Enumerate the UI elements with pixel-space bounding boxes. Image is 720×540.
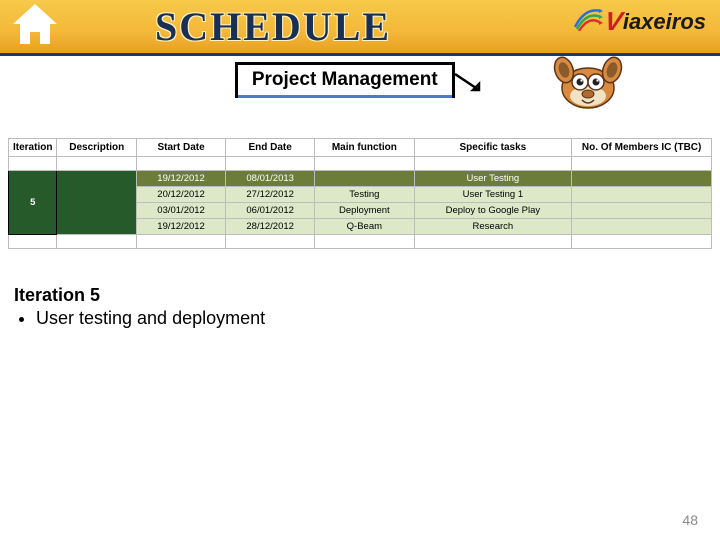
col-start-date: Start Date [137, 139, 226, 157]
cell-mem [572, 219, 712, 235]
page-number: 48 [682, 512, 698, 528]
table-row [9, 157, 712, 171]
col-main-func: Main function [315, 139, 414, 157]
cell-mem [572, 171, 712, 187]
cell-start: 03/01/2012 [137, 203, 226, 219]
swoosh-icon [573, 5, 603, 31]
list-item: User testing and deployment [36, 308, 720, 329]
col-members: No. Of Members IC (TBC) [572, 139, 712, 157]
cell-mem [572, 203, 712, 219]
iteration-cell: 5 [9, 171, 57, 235]
cell-main [315, 171, 414, 187]
cell-task: Deploy to Google Play [414, 203, 572, 219]
cell-task: Research [414, 219, 572, 235]
schedule-table-wrap: Iteration Description Start Date End Dat… [0, 138, 720, 249]
brand-v-letter: V [603, 6, 625, 37]
cell-start: 19/12/2012 [137, 171, 226, 187]
notes-title: Iteration 5 [14, 285, 720, 306]
cell-mem [572, 187, 712, 203]
page-title: SCHEDULE [155, 3, 391, 50]
table-row: 5 19/12/2012 08/01/2013 User Testing [9, 171, 712, 187]
schedule-table: Iteration Description Start Date End Dat… [8, 138, 712, 249]
cell-start: 20/12/2012 [137, 187, 226, 203]
cell-main: Deployment [315, 203, 414, 219]
brand-logo: Viaxeiros [573, 6, 706, 37]
arrow-icon [455, 66, 485, 96]
cell-main: Testing [315, 187, 414, 203]
col-description: Description [57, 139, 137, 157]
cell-main: Q-Beam [315, 219, 414, 235]
cell-task: User Testing [414, 171, 572, 187]
table-row [9, 235, 712, 249]
cell-start: 19/12/2012 [137, 219, 226, 235]
col-end-date: End Date [226, 139, 315, 157]
cell-end: 28/12/2012 [226, 219, 315, 235]
col-spec-tasks: Specific tasks [414, 139, 572, 157]
table-header-row: Iteration Description Start Date End Dat… [9, 139, 712, 157]
notes-section: Iteration 5 User testing and deployment [14, 285, 720, 329]
col-iteration: Iteration [9, 139, 57, 157]
mascot-icon [550, 48, 625, 113]
cell-end: 06/01/2012 [226, 203, 315, 219]
description-cell [57, 171, 137, 235]
notes-list: User testing and deployment [36, 308, 720, 329]
home-icon[interactable] [10, 2, 60, 48]
subtitle-box: Project Management [235, 62, 455, 98]
cell-end: 08/01/2013 [226, 171, 315, 187]
cell-task: User Testing 1 [414, 187, 572, 203]
brand-text: iaxeiros [623, 9, 706, 35]
cell-end: 27/12/2012 [226, 187, 315, 203]
